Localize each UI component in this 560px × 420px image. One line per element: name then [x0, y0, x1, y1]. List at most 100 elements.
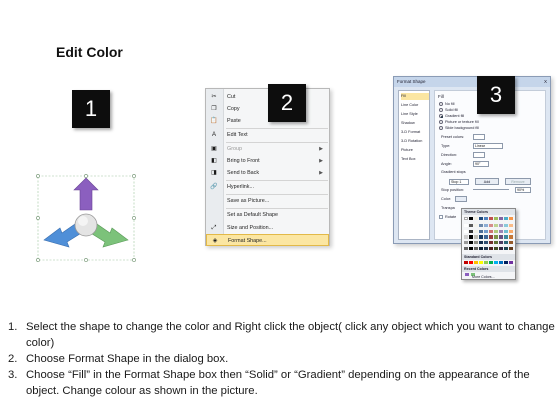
theme-color-swatch[interactable] [479, 247, 484, 251]
standard-color-swatch[interactable] [464, 261, 469, 265]
theme-color-swatch[interactable] [509, 235, 514, 239]
theme-color-swatch[interactable] [484, 229, 489, 233]
theme-color-swatch[interactable] [509, 223, 514, 227]
theme-color-swatch[interactable] [489, 247, 494, 251]
theme-color-swatch[interactable] [464, 235, 469, 239]
theme-color-swatch[interactable] [504, 247, 509, 251]
theme-color-swatch[interactable] [494, 247, 499, 251]
theme-color-swatch[interactable] [474, 247, 479, 251]
nav-item-picture[interactable]: Picture [401, 147, 429, 154]
menu-item-bring-to-front[interactable]: ◧ Bring to Front ▶ [206, 155, 329, 167]
remove-stop-button[interactable]: Remove [505, 178, 531, 185]
direction-picker[interactable] [473, 152, 485, 158]
preset-colors-picker[interactable] [473, 134, 485, 140]
angle-input[interactable]: 90° [473, 161, 489, 167]
theme-color-swatch[interactable] [499, 217, 504, 221]
radio-gradient-fill[interactable] [439, 114, 443, 118]
theme-color-swatch[interactable] [509, 247, 514, 251]
add-stop-button[interactable]: Add [475, 178, 499, 185]
three-arrow-shape[interactable] [36, 170, 136, 266]
theme-color-swatch[interactable] [479, 235, 484, 239]
nav-item-shadow[interactable]: Shadow [401, 120, 429, 127]
theme-color-swatch[interactable] [494, 235, 499, 239]
theme-color-swatch[interactable] [494, 217, 499, 221]
theme-color-swatch[interactable] [489, 235, 494, 239]
nav-item-fill[interactable]: Fill [401, 93, 429, 100]
theme-color-swatch[interactable] [479, 223, 484, 227]
nav-item-text-box[interactable]: Text Box [401, 156, 429, 163]
theme-color-swatch[interactable] [504, 235, 509, 239]
theme-color-swatch[interactable] [494, 241, 499, 245]
radio-picture-fill[interactable] [439, 120, 443, 124]
nav-item-line-color[interactable]: Line Color [401, 102, 429, 109]
theme-color-swatch[interactable] [499, 247, 504, 251]
theme-color-swatch[interactable] [509, 217, 514, 221]
radio-slide-bg-fill[interactable] [439, 126, 443, 130]
stop-position-input[interactable]: 90% [515, 187, 531, 193]
menu-item-edit-text[interactable]: A Edit Text [206, 129, 329, 141]
theme-color-swatch[interactable] [474, 223, 479, 227]
theme-color-swatch[interactable] [484, 223, 489, 227]
theme-color-swatch[interactable] [499, 241, 504, 245]
theme-color-swatch[interactable] [489, 241, 494, 245]
theme-color-swatch[interactable] [479, 241, 484, 245]
standard-color-swatch[interactable] [484, 261, 489, 265]
rotate-checkbox[interactable] [439, 215, 443, 219]
theme-color-swatch[interactable] [494, 229, 499, 233]
standard-color-swatch[interactable] [504, 261, 509, 265]
theme-color-swatch[interactable] [469, 223, 474, 227]
recent-swatch[interactable] [465, 273, 469, 276]
theme-color-swatch[interactable] [469, 217, 474, 221]
radio-no-fill[interactable] [439, 102, 443, 106]
theme-color-swatch[interactable] [504, 223, 509, 227]
theme-color-swatch[interactable] [504, 217, 509, 221]
theme-color-swatch[interactable] [504, 229, 509, 233]
standard-color-swatch[interactable] [479, 261, 484, 265]
more-colors-link[interactable]: More Colors... [472, 275, 495, 279]
theme-color-swatch[interactable] [479, 229, 484, 233]
nav-item-line-style[interactable]: Line Style [401, 111, 429, 118]
theme-color-swatch[interactable] [464, 247, 469, 251]
theme-color-swatch[interactable] [469, 229, 474, 233]
stop-select[interactable]: Stop 1 [449, 179, 469, 185]
theme-color-swatch[interactable] [489, 217, 494, 221]
theme-color-swatch[interactable] [474, 229, 479, 233]
nav-item-3d-rotation[interactable]: 3-D Rotation [401, 138, 429, 145]
nav-item-3d-format[interactable]: 3-D Format [401, 129, 429, 136]
theme-color-swatch[interactable] [489, 229, 494, 233]
standard-color-swatch[interactable] [494, 261, 499, 265]
theme-color-swatch[interactable] [469, 235, 474, 239]
theme-color-swatch[interactable] [464, 217, 469, 221]
color-picker-button[interactable] [455, 196, 467, 202]
menu-item-save-as-picture[interactable]: Save as Picture... [206, 195, 329, 207]
menu-item-send-to-back[interactable]: ◨ Send to Back ▶ [206, 167, 329, 179]
theme-color-swatch[interactable] [484, 241, 489, 245]
theme-color-swatch[interactable] [499, 223, 504, 227]
theme-color-swatch[interactable] [499, 229, 504, 233]
standard-color-swatch[interactable] [509, 261, 514, 265]
theme-color-swatch[interactable] [464, 229, 469, 233]
theme-color-swatch[interactable] [504, 241, 509, 245]
theme-color-swatch[interactable] [494, 223, 499, 227]
theme-color-swatch[interactable] [469, 247, 474, 251]
theme-color-swatch[interactable] [499, 235, 504, 239]
theme-color-swatch[interactable] [464, 241, 469, 245]
theme-color-swatch[interactable] [484, 247, 489, 251]
standard-color-swatch[interactable] [474, 261, 479, 265]
theme-color-swatch[interactable] [474, 217, 479, 221]
theme-color-swatch[interactable] [474, 241, 479, 245]
theme-color-swatch[interactable] [464, 223, 469, 227]
theme-color-swatch[interactable] [484, 217, 489, 221]
theme-color-swatch[interactable] [509, 229, 514, 233]
menu-item-size-position[interactable]: ⤢ Size and Position... [206, 222, 329, 234]
menu-item-group[interactable]: ▣ Group ▶ [206, 143, 329, 155]
standard-color-swatch[interactable] [499, 261, 504, 265]
theme-color-swatch[interactable] [509, 241, 514, 245]
menu-item-set-default-shape[interactable]: Set as Default Shape [206, 209, 329, 221]
standard-color-swatch[interactable] [469, 261, 474, 265]
theme-color-swatch[interactable] [474, 235, 479, 239]
theme-color-swatch[interactable] [469, 241, 474, 245]
stop-position-slider[interactable] [473, 189, 509, 190]
theme-color-swatch[interactable] [484, 235, 489, 239]
theme-color-swatch[interactable] [489, 223, 494, 227]
